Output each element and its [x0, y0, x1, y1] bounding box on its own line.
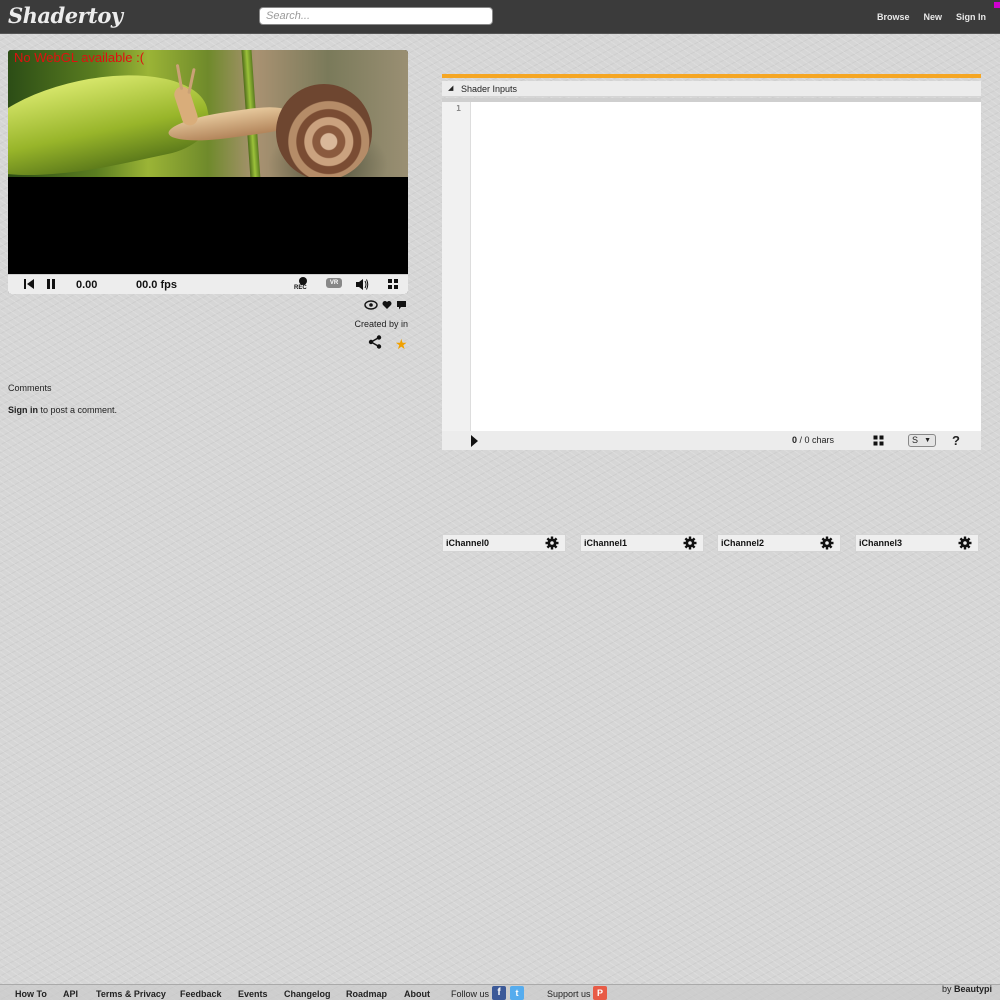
notification-dot	[994, 2, 1000, 8]
editor-footer: 0 / 0 chars S ▼ ?	[442, 431, 981, 450]
preview-image	[8, 50, 408, 177]
footer-api[interactable]: API	[63, 989, 78, 999]
footer-events[interactable]: Events	[238, 989, 268, 999]
footer-feedback[interactable]: Feedback	[180, 989, 222, 999]
follow-us-label: Follow us	[451, 989, 490, 999]
help-button[interactable]: ?	[952, 433, 960, 448]
favorite-star-icon[interactable]: ★	[395, 336, 408, 353]
twitter-icon[interactable]: t	[510, 986, 524, 1000]
nav-new[interactable]: New	[923, 12, 942, 22]
char-total: / 0 chars	[797, 435, 835, 445]
byline: by Beautypi	[942, 984, 992, 994]
channel-0[interactable]: iChannel0	[442, 534, 566, 552]
search-input[interactable]	[259, 7, 493, 25]
site-logo[interactable]: Shadertoy	[8, 3, 123, 28]
shader-inputs-label: Shader Inputs	[461, 84, 518, 94]
fps-readout: 00.0 fps	[136, 279, 177, 291]
nav-browse[interactable]: Browse	[877, 12, 910, 22]
time-readout: 0.00	[76, 279, 98, 291]
fullscreen-icon[interactable]	[387, 278, 399, 293]
comment-signin-prompt: Sign in to post a comment.	[8, 405, 117, 415]
line-number-gutter: 1	[442, 102, 471, 431]
comments-icon	[396, 300, 407, 313]
nav-sign-in[interactable]: Sign In	[956, 12, 986, 22]
line-number: 1	[456, 104, 461, 113]
footer-roadmap[interactable]: Roadmap	[346, 989, 387, 999]
footer-terms[interactable]: Terms & Privacy	[96, 989, 166, 999]
editor-accent-bar	[442, 74, 981, 78]
channel-label: iChannel0	[446, 538, 490, 548]
channel-1[interactable]: iChannel1	[580, 534, 704, 552]
gear-icon[interactable]	[683, 536, 697, 553]
webgl-error-message: No WebGL available :(	[14, 50, 145, 65]
footer-about[interactable]: About	[404, 989, 430, 999]
top-bar: Shadertoy Browse New Sign In	[0, 0, 1000, 34]
channel-label: iChannel2	[721, 538, 765, 548]
byline-prefix: by	[941, 984, 954, 994]
facebook-icon[interactable]: f	[492, 986, 506, 1000]
vr-icon[interactable]: VR	[326, 278, 342, 288]
share-icon[interactable]	[368, 335, 382, 352]
likes-icon	[382, 300, 392, 313]
footer-changelog[interactable]: Changelog	[284, 989, 331, 999]
created-by-text: Created by in	[354, 319, 408, 329]
comment-signin-text: to post a comment.	[38, 405, 118, 415]
top-nav: Browse New Sign In	[863, 12, 986, 22]
byline-author[interactable]: Beautypi	[954, 984, 992, 994]
patreon-icon[interactable]: P	[593, 986, 607, 1000]
gear-icon[interactable]	[545, 536, 559, 553]
gear-icon[interactable]	[958, 536, 972, 553]
comments-heading: Comments	[8, 383, 52, 393]
shader-stats	[364, 300, 407, 313]
dropdown-arrow-icon: ▼	[924, 437, 931, 444]
pause-icon[interactable]	[46, 278, 56, 293]
code-editor[interactable]	[471, 102, 981, 431]
collapse-triangle-icon: ◢	[448, 85, 454, 92]
compile-play-icon[interactable]	[471, 435, 478, 447]
font-size-value: S	[912, 435, 919, 445]
site-footer: How To API Terms & Privacy Feedback Even…	[0, 984, 1000, 1000]
channel-3[interactable]: iChannel3	[855, 534, 979, 552]
channel-label: iChannel3	[859, 538, 903, 548]
support-us-label: Support us	[547, 989, 591, 999]
char-counter: 0 / 0 chars	[792, 435, 834, 445]
channel-2[interactable]: iChannel2	[717, 534, 841, 552]
views-icon	[364, 300, 378, 313]
channel-label: iChannel1	[584, 538, 628, 548]
record-icon[interactable]	[299, 277, 307, 285]
rewind-icon[interactable]	[23, 278, 35, 293]
footer-how-to[interactable]: How To	[15, 989, 47, 999]
shader-player[interactable]: No WebGL available :( 0.00 00.0 fps REC …	[8, 50, 408, 294]
font-size-select[interactable]: S ▼	[908, 434, 936, 447]
record-label: REC	[294, 285, 307, 291]
shader-inputs-toggle[interactable]: ◢ Shader Inputs	[442, 81, 981, 97]
gear-icon[interactable]	[820, 536, 834, 553]
player-controls: 0.00 00.0 fps REC VR	[8, 274, 408, 294]
editor-fullscreen-icon[interactable]	[873, 435, 884, 449]
comment-signin-link[interactable]: Sign in	[8, 405, 38, 415]
volume-icon[interactable]	[355, 278, 369, 294]
